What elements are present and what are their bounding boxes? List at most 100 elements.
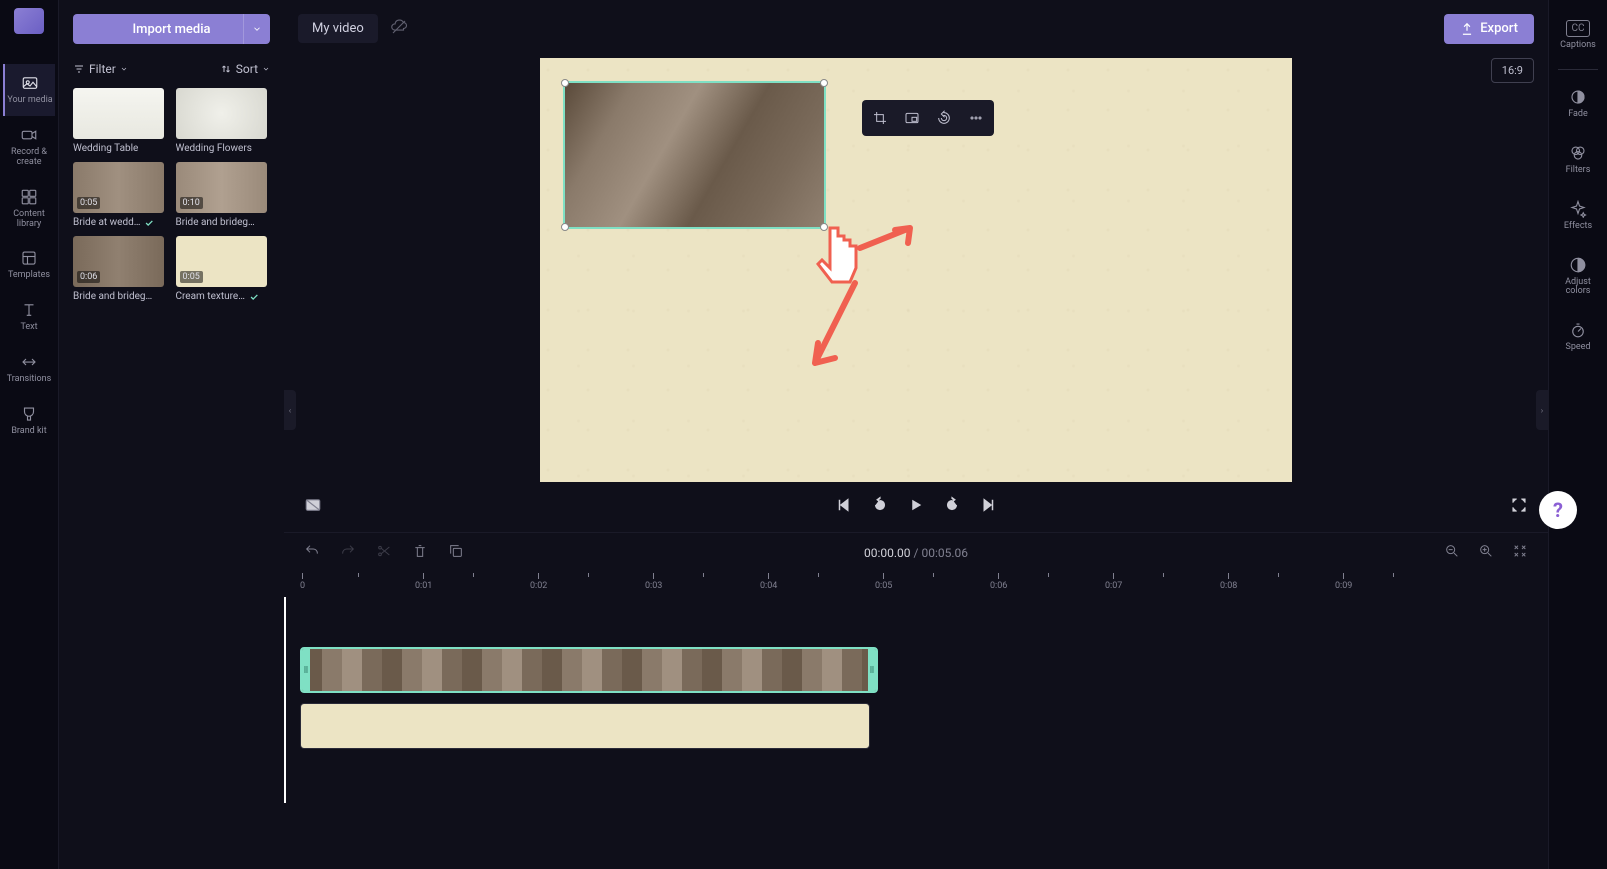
check-icon — [144, 218, 154, 228]
fullscreen-button[interactable] — [1510, 496, 1528, 518]
collapse-right-panel[interactable]: › — [1536, 390, 1548, 430]
resize-handle-br[interactable] — [820, 223, 828, 231]
export-icon — [1460, 22, 1474, 36]
playhead[interactable] — [284, 597, 286, 803]
media-item-bride-bridegroom-1[interactable]: 0:10 Bride and brideg… — [176, 162, 271, 228]
ruler-tick-minor — [1163, 573, 1164, 579]
nav-filters[interactable]: Filters — [1552, 132, 1604, 188]
nav-label: Captions — [1560, 41, 1596, 51]
play-button[interactable] — [907, 496, 925, 518]
sort-button[interactable]: Sort — [220, 62, 270, 76]
canvas-area: 16:9 — [284, 58, 1548, 482]
nav-templates[interactable]: Templates — [3, 239, 55, 291]
import-dropdown-chevron[interactable] — [243, 14, 262, 44]
ruler-tick: 0:07 — [1105, 573, 1122, 591]
sync-status-icon[interactable] — [390, 18, 408, 40]
resize-handle-bl[interactable] — [561, 223, 569, 231]
right-sidebar: CC Captions Fade Filters Effects Adjust … — [1548, 0, 1607, 869]
selected-video-clip[interactable] — [563, 81, 826, 229]
nav-label: Your media — [7, 96, 52, 106]
playback-bar: 5 5 — [284, 482, 1548, 532]
current-time: 00:00.00 — [864, 546, 911, 560]
ruler-tick-minor — [1048, 573, 1049, 579]
canvas-toolbar — [862, 100, 994, 136]
transitions-icon — [20, 353, 38, 371]
nav-label: Adjust colors — [1552, 278, 1604, 298]
resize-handle-tr[interactable] — [820, 79, 828, 87]
split-button[interactable] — [372, 539, 396, 567]
top-bar: My video Export — [284, 0, 1548, 58]
text-icon — [20, 301, 38, 319]
left-sidebar: Your media Record & create Content libra… — [0, 0, 59, 869]
media-thumb — [73, 88, 164, 139]
media-item-bride-wedding[interactable]: 0:05 Bride at wedd… — [73, 162, 168, 228]
nav-transitions[interactable]: Transitions — [3, 343, 55, 395]
delete-button[interactable] — [408, 539, 432, 567]
zoom-out-button[interactable] — [1440, 539, 1464, 567]
forward-button[interactable]: 5 — [943, 496, 961, 518]
background-track[interactable] — [300, 703, 1548, 751]
media-item-wedding-table[interactable]: Wedding Table — [73, 88, 168, 154]
ruler-tick-minor — [933, 573, 934, 579]
nav-content-library[interactable]: Content library — [3, 178, 55, 240]
import-media-button[interactable]: Import media — [73, 14, 270, 44]
zoom-in-button[interactable] — [1474, 539, 1498, 567]
ruler-tick-minor — [818, 573, 819, 579]
speed-icon — [1569, 321, 1587, 339]
video-title-input[interactable]: My video — [298, 14, 378, 43]
filter-icon — [73, 63, 85, 75]
timeline-toolbar: 00:00.00 / 00:05.06 — [284, 533, 1548, 573]
ruler-tick: 0 — [300, 573, 305, 591]
nav-text[interactable]: Text — [3, 291, 55, 343]
redo-button[interactable] — [336, 539, 360, 567]
trim-handle-right[interactable]: || — [868, 649, 876, 691]
timeline-tracks[interactable]: || || — [284, 597, 1548, 869]
zoom-fit-button[interactable] — [1508, 539, 1532, 567]
safe-zone-toggle[interactable] — [304, 496, 322, 518]
filter-button[interactable]: Filter — [73, 62, 128, 76]
nav-captions[interactable]: CC Captions — [1552, 8, 1604, 63]
media-grid: Wedding Table Wedding Flowers 0:05 Bride… — [73, 88, 270, 302]
video-clip-timeline[interactable]: || || — [300, 647, 878, 693]
nav-effects[interactable]: Effects — [1552, 188, 1604, 244]
rewind-button[interactable]: 5 — [871, 496, 889, 518]
nav-speed[interactable]: Speed — [1552, 309, 1604, 365]
pip-button[interactable] — [900, 106, 924, 130]
chevron-down-icon — [262, 65, 270, 73]
rotate-button[interactable] — [932, 106, 956, 130]
resize-handle-tl[interactable] — [561, 79, 569, 87]
import-label: Import media — [132, 22, 210, 37]
nav-record-create[interactable]: Record & create — [3, 116, 55, 178]
media-item-cream-texture[interactable]: 0:05 Cream texture… — [176, 236, 271, 302]
app-logo[interactable] — [14, 8, 44, 34]
ruler-tick-minor — [358, 573, 359, 579]
timeline-ruler[interactable]: 00:010:020:030:040:050:060:070:080:09 — [284, 573, 1548, 597]
aspect-ratio-button[interactable]: 16:9 — [1491, 58, 1534, 83]
fade-icon — [1569, 88, 1587, 106]
export-button[interactable]: Export — [1444, 14, 1534, 44]
ruler-tick: 0:02 — [530, 573, 547, 591]
media-thumb — [176, 88, 267, 139]
media-label: Bride and brideg… — [73, 291, 168, 302]
trim-handle-left[interactable]: || — [302, 649, 310, 691]
nav-label: Templates — [8, 271, 50, 281]
undo-button[interactable] — [300, 539, 324, 567]
background-clip-timeline[interactable] — [300, 703, 870, 749]
skip-forward-button[interactable] — [979, 496, 997, 518]
library-icon — [20, 188, 38, 206]
ruler-tick: 0:09 — [1335, 573, 1352, 591]
nav-fade[interactable]: Fade — [1552, 76, 1604, 132]
nav-brand-kit[interactable]: Brand kit — [3, 395, 55, 447]
help-button[interactable]: ? — [1539, 491, 1577, 529]
video-track[interactable]: || || — [300, 647, 1548, 695]
duplicate-button[interactable] — [444, 539, 468, 567]
nav-adjust-colors[interactable]: Adjust colors — [1552, 244, 1604, 310]
media-label: Bride and brideg… — [176, 217, 271, 228]
crop-button[interactable] — [868, 106, 892, 130]
templates-icon — [20, 249, 38, 267]
nav-your-media[interactable]: Your media — [3, 64, 55, 116]
skip-back-button[interactable] — [835, 496, 853, 518]
media-item-bride-bridegroom-2[interactable]: 0:06 Bride and brideg… — [73, 236, 168, 302]
media-item-wedding-flowers[interactable]: Wedding Flowers — [176, 88, 271, 154]
more-button[interactable] — [964, 106, 988, 130]
